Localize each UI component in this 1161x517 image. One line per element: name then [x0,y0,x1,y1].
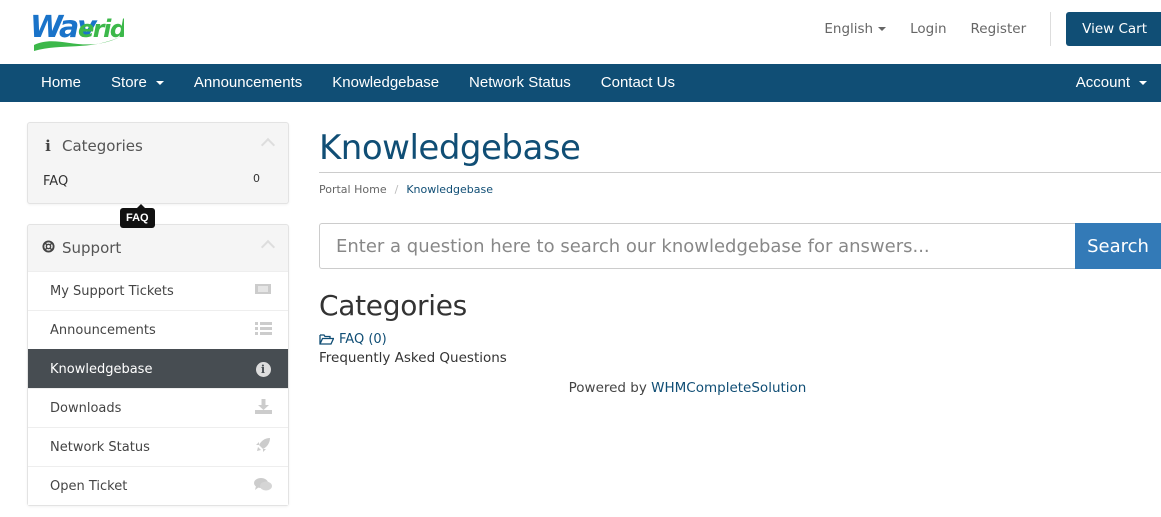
sidebar-item-open-ticket[interactable]: Open Ticket [28,466,288,505]
breadcrumb-separator: / [394,183,399,196]
nav-home[interactable]: Home [0,64,96,102]
nav-announcements[interactable]: Announcements [179,64,317,102]
sidebar-item-downloads[interactable]: Downloads [28,388,288,427]
caret-down-icon [155,81,164,86]
page-title: Knowledgebase [319,122,1161,173]
menu-label: Downloads [50,400,122,416]
knowledgebase-search: Search [319,223,1161,269]
rocket-icon [254,437,272,457]
waveride-logo[interactable]: Wav eride [28,3,124,55]
whmcs-link[interactable]: WHMCompleteSolution [651,380,806,396]
register-link[interactable]: Register [971,21,1027,37]
nav-contact-us[interactable]: Contact Us [586,64,690,102]
category-label: FAQ (0) [339,332,387,347]
life-ring-icon [42,239,55,257]
chevron-up-icon[interactable] [260,137,276,153]
info-circle-icon: i [254,361,272,377]
panel-title: Support [62,239,122,257]
menu-label: Network Status [50,439,150,455]
search-button[interactable]: Search [1075,223,1161,269]
powered-by: Powered by WHMCompleteSolution [319,380,1161,396]
support-panel-heading[interactable]: Support [28,225,288,271]
categories-heading: Categories [319,289,467,322]
menu-label: Knowledgebase [50,361,153,377]
nav-label: Announcements [193,74,303,91]
comments-icon [254,477,272,496]
main-navbar: Home Store Announcements Knowledgebase N… [0,64,1161,102]
category-count: 0 [253,172,260,185]
nav-label: Store [111,74,147,91]
menu-label: My Support Tickets [50,283,174,299]
nav-label: Knowledgebase [332,74,440,91]
nav-knowledgebase[interactable]: Knowledgebase [317,64,454,102]
sidebar-item-knowledgebase[interactable]: Knowledgebase i [28,349,288,388]
language-selector[interactable]: English [824,21,887,37]
caret-down-icon [1139,81,1147,86]
breadcrumb: Portal Home / Knowledgebase [319,183,1161,196]
download-icon [254,398,272,418]
nav-network-status[interactable]: Network Status [454,64,586,102]
category-item-faq[interactable]: FAQ 0 [28,169,288,203]
sidebar-item-announcements[interactable]: Announcements [28,310,288,349]
folder-open-icon [319,332,339,347]
view-cart-button[interactable]: View Cart [1066,12,1161,46]
menu-label: Open Ticket [50,478,128,494]
nav-store[interactable]: Store [96,64,179,102]
categories-panel-heading[interactable]: i Categories [28,123,288,169]
category-label: FAQ [43,174,69,189]
divider [1050,12,1052,46]
ticket-icon [254,283,272,299]
categories-panel: i Categories FAQ 0 FAQ [27,122,289,228]
breadcrumb-current: Knowledgebase [406,183,494,196]
category-description: Frequently Asked Questions [319,350,507,366]
nav-label: Home [41,74,82,91]
info-icon: i [45,137,51,155]
nav-label: Contact Us [600,74,675,91]
nav-label: Account [1075,74,1130,91]
sidebar-item-my-support-tickets[interactable]: My Support Tickets [28,271,288,310]
list-icon [254,321,272,339]
svg-text:eride: eride [78,15,124,43]
search-input[interactable] [319,223,1075,269]
main-content: Knowledgebase Portal Home / Knowledgebase … [319,122,1161,396]
sidebar: i Categories FAQ 0 FAQ Support My Suppor… [27,122,289,506]
menu-label: Announcements [50,322,156,338]
login-link[interactable]: Login [910,21,946,37]
support-panel: Support My Support Tickets Announcements… [27,224,289,506]
chevron-up-icon[interactable] [260,239,276,255]
breadcrumb-portal-home[interactable]: Portal Home [319,183,387,196]
language-label: English [824,21,874,37]
category-link-faq[interactable]: FAQ (0) [319,332,1161,347]
sidebar-item-network-status[interactable]: Network Status [28,427,288,466]
top-header: Wav eride English Login Register View Ca… [0,0,1161,64]
nav-account[interactable]: Account [1061,64,1161,102]
nav-label: Network Status [469,74,571,91]
panel-title: Categories [62,137,143,155]
caret-down-icon [878,27,887,31]
powered-by-text: Powered by [568,380,652,396]
